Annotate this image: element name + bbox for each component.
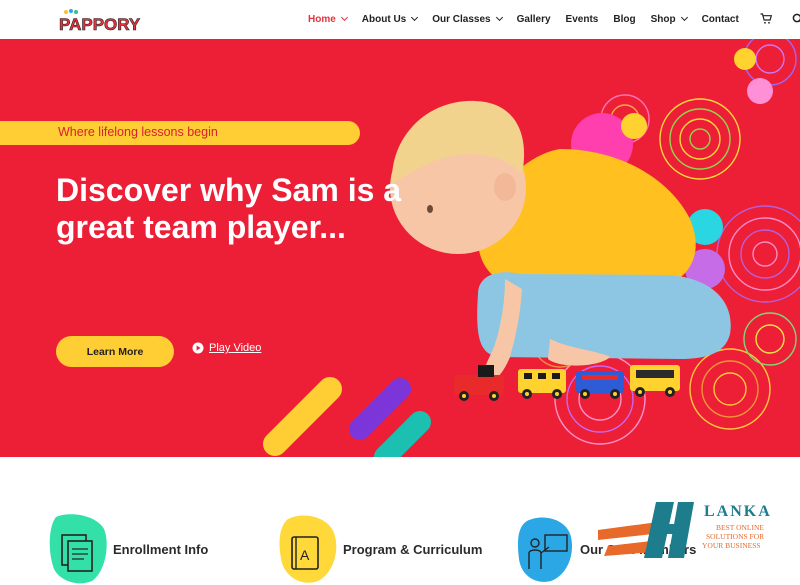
- watermark-tagline-2: SOLUTIONS FOR: [706, 532, 764, 541]
- document-icon: [49, 514, 107, 584]
- nav-blog[interactable]: Blog: [613, 14, 635, 25]
- logo-text: PAPPORY: [59, 15, 141, 34]
- teacher-icon: [517, 517, 573, 582]
- play-icon: [192, 342, 204, 354]
- chevron-down-icon: [340, 13, 348, 22]
- site-header: PAPPORY Home About Us Our Classes Galler…: [0, 0, 800, 38]
- nav-home-label: Home: [308, 13, 336, 25]
- main-nav: Home About Us Our Classes Gallery Events…: [308, 0, 800, 38]
- book-icon: A: [279, 515, 337, 583]
- play-video-link[interactable]: Play Video: [192, 342, 261, 354]
- feature-program-curriculum[interactable]: A Program & Curriculum: [278, 513, 482, 585]
- chevron-down-icon: [411, 13, 419, 22]
- feature-title: Enrollment Info: [113, 541, 209, 557]
- nav-our-classes-label: Our Classes: [432, 13, 491, 25]
- watermark-tagline-1: BEST ONLINE: [716, 523, 764, 532]
- pappory-logo[interactable]: PAPPORY: [57, 8, 143, 34]
- nav-shop[interactable]: Shop: [650, 13, 688, 25]
- search-icon[interactable]: [792, 13, 800, 25]
- nav-about-us-label: About Us: [361, 13, 407, 25]
- nav-home[interactable]: Home: [308, 13, 348, 25]
- learn-more-button[interactable]: Learn More: [56, 336, 174, 367]
- nav-about-us[interactable]: About Us: [361, 13, 419, 25]
- lanka-watermark: LANKA BEST ONLINE SOLUTIONS FOR YOUR BUS…: [598, 502, 772, 558]
- chevron-down-icon: [680, 13, 688, 22]
- play-video-label: Play Video: [209, 342, 262, 354]
- feature-enrollment-info[interactable]: Enrollment Info: [48, 513, 208, 585]
- nav-gallery[interactable]: Gallery: [517, 14, 551, 25]
- nav-events[interactable]: Events: [566, 14, 599, 25]
- chevron-down-icon: [495, 13, 503, 22]
- hero-illustration: [263, 39, 800, 457]
- svg-text:A: A: [300, 547, 310, 563]
- hero-headline: Discover why Sam is a great team player.…: [56, 172, 402, 245]
- nav-contact-label: Contact: [701, 13, 739, 25]
- nav-contact[interactable]: Contact: [702, 14, 739, 25]
- nav-our-classes[interactable]: Our Classes: [432, 13, 503, 25]
- feature-title: Program & Curriculum: [343, 541, 483, 557]
- nav-blog-label: Blog: [613, 13, 636, 25]
- watermark-brand: LANKA: [704, 503, 772, 520]
- nav-gallery-label: Gallery: [516, 13, 551, 25]
- hero-tagline: Where lifelong lessons begin: [58, 125, 218, 139]
- nav-events-label: Events: [565, 13, 599, 25]
- nav-shop-label: Shop: [650, 13, 676, 25]
- watermark-tagline-3: YOUR BUSINESS: [702, 541, 761, 550]
- hero-banner: Where lifelong lessons begin Discover wh…: [0, 39, 800, 457]
- cart-icon[interactable]: [760, 13, 772, 25]
